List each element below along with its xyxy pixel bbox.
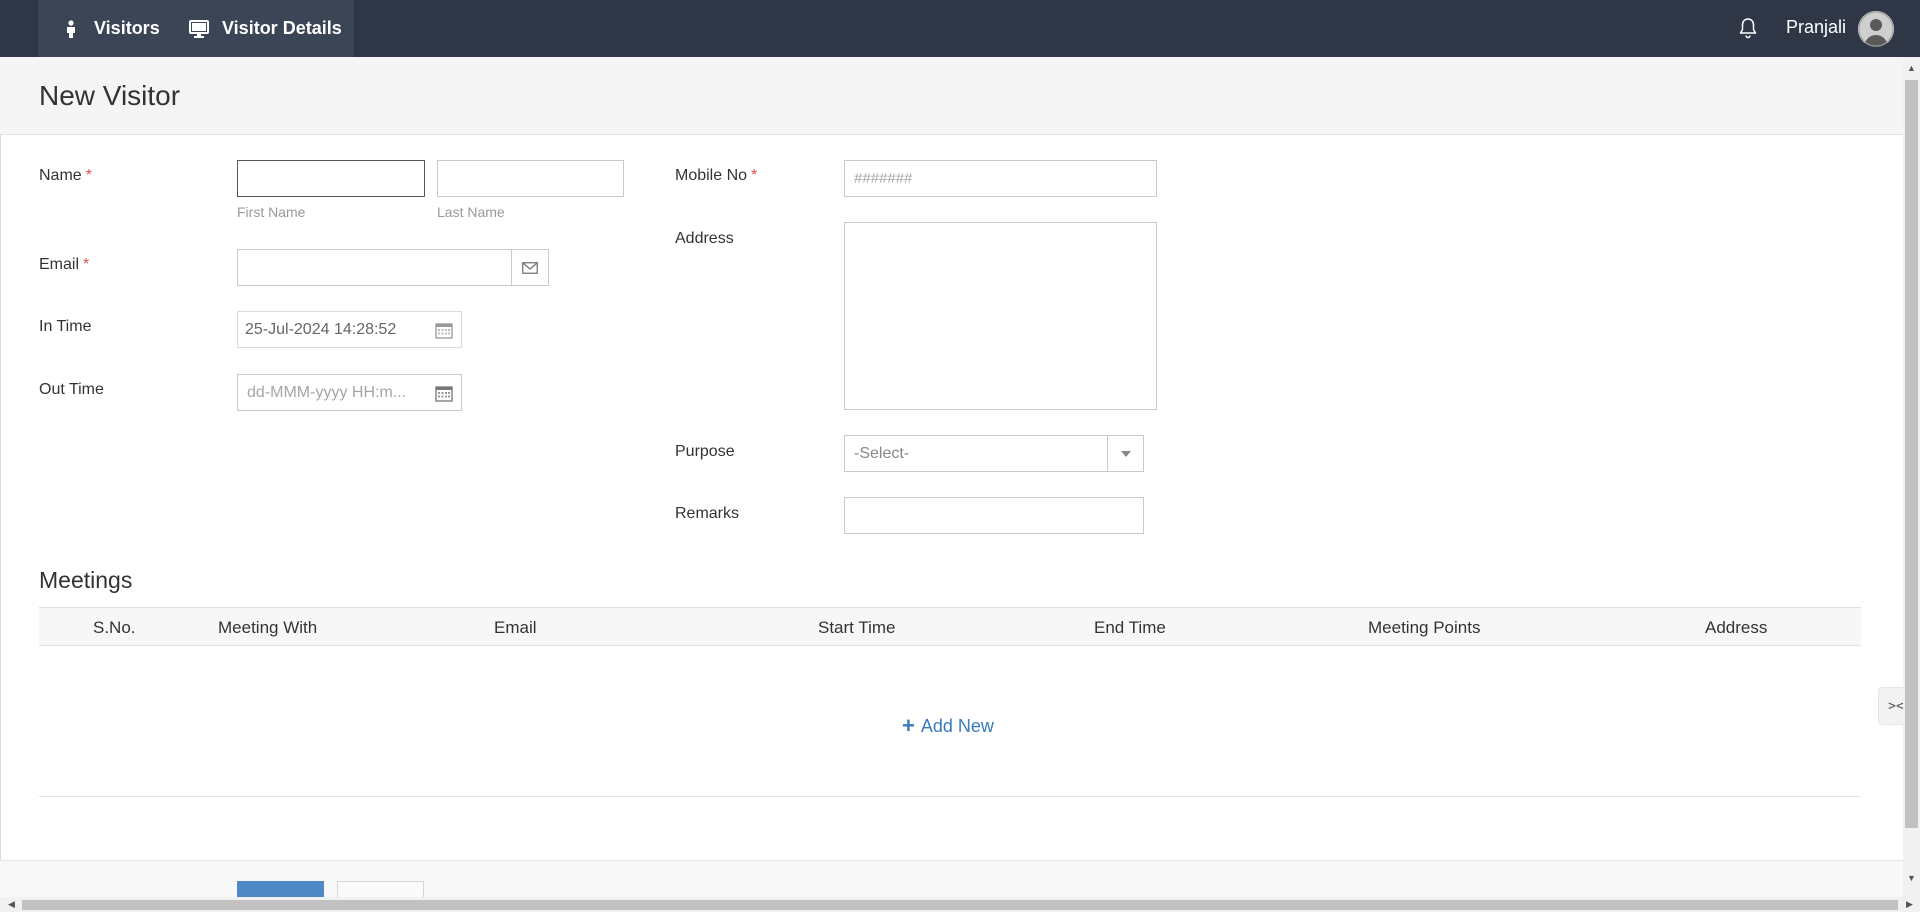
column-header-meeting-points: Meeting Points	[1368, 618, 1481, 637]
scroll-up-arrow-icon[interactable]: ▲	[1907, 64, 1916, 73]
notification-bell-icon[interactable]	[1736, 16, 1760, 40]
mobile-placeholder: #######	[854, 170, 913, 187]
vertical-scrollbar-thumb[interactable]	[1905, 80, 1918, 828]
in-time-field[interactable]: 25-Jul-2024 14:28:52	[237, 311, 462, 348]
purpose-label: Purpose	[675, 443, 735, 460]
page-title: New Visitor	[39, 80, 181, 111]
tab-visitor-details[interactable]: Visitor Details	[188, 0, 342, 57]
email-label: Email *	[39, 256, 89, 274]
email-label-text: Email	[39, 256, 80, 273]
address-textarea[interactable]	[844, 222, 1157, 410]
person-icon	[60, 18, 82, 40]
required-mark: *	[83, 256, 90, 273]
calendar-icon[interactable]	[426, 375, 461, 410]
mobile-label: Mobile No *	[675, 167, 757, 185]
out-time-placeholder: dd-MMM-yyyy HH:m...	[247, 384, 407, 401]
meetings-title: Meetings	[39, 567, 133, 593]
column-header-sno: S.No.	[93, 618, 136, 637]
purpose-select[interactable]: -Select-	[844, 435, 1144, 472]
email-field[interactable]	[237, 249, 549, 286]
last-name-hint: Last Name	[437, 204, 505, 220]
scroll-right-arrow-icon[interactable]: ▶	[1906, 900, 1913, 909]
name-label: Name *	[39, 167, 92, 185]
column-header-end-time: End Time	[1094, 618, 1166, 637]
envelope-icon	[511, 250, 548, 285]
calendar-icon[interactable]	[426, 312, 461, 347]
in-time-value: 25-Jul-2024 14:28:52	[245, 321, 397, 338]
monitor-icon	[188, 18, 210, 40]
column-header-start-time: Start Time	[818, 618, 896, 637]
required-mark: *	[751, 167, 758, 184]
divider	[39, 796, 1861, 797]
user-name[interactable]: Pranjali	[1786, 17, 1846, 38]
save-button[interactable]	[237, 881, 324, 897]
add-new-label: Add New	[920, 715, 994, 736]
out-time-label: Out Time	[39, 381, 104, 398]
page-header	[0, 57, 1903, 135]
column-header-email: Email	[494, 618, 537, 637]
mobile-label-text: Mobile No	[675, 167, 748, 184]
scroll-down-arrow-icon[interactable]: ▼	[1907, 874, 1916, 883]
chevron-down-icon[interactable]	[1107, 436, 1143, 471]
form-footer	[0, 860, 1903, 897]
name-label-text: Name	[39, 167, 82, 184]
first-name-hint: First Name	[237, 204, 306, 220]
remarks-label: Remarks	[675, 505, 740, 522]
cancel-button[interactable]	[337, 881, 424, 897]
in-time-label: In Time	[39, 318, 92, 335]
column-header-meeting-with: Meeting With	[218, 618, 318, 637]
tab-visitor-details-label: Visitor Details	[222, 18, 342, 38]
tab-visitors[interactable]: Visitors	[38, 0, 188, 57]
add-new-meeting-button[interactable]: + Add New	[902, 713, 994, 739]
tab-visitors-label: Visitors	[94, 18, 160, 38]
nav-tabs: Visitors Visitor Details	[38, 0, 354, 57]
avatar[interactable]	[1858, 11, 1894, 47]
last-name-input[interactable]	[437, 160, 624, 197]
plus-icon: +	[902, 713, 915, 738]
address-label: Address	[675, 230, 734, 247]
mobile-input[interactable]: #######	[844, 160, 1157, 197]
required-mark: *	[85, 167, 92, 184]
meetings-table-header: S.No. Meeting With Email Start Time End …	[39, 607, 1861, 646]
out-time-field[interactable]: dd-MMM-yyyy HH:m...	[237, 374, 462, 411]
remarks-input[interactable]	[844, 497, 1144, 534]
column-header-address: Address	[1705, 618, 1768, 637]
scroll-left-arrow-icon[interactable]: ◀	[8, 900, 15, 909]
horizontal-scrollbar-thumb[interactable]	[22, 900, 1898, 910]
purpose-selected-value: -Select-	[854, 445, 910, 462]
first-name-input[interactable]	[237, 160, 425, 197]
